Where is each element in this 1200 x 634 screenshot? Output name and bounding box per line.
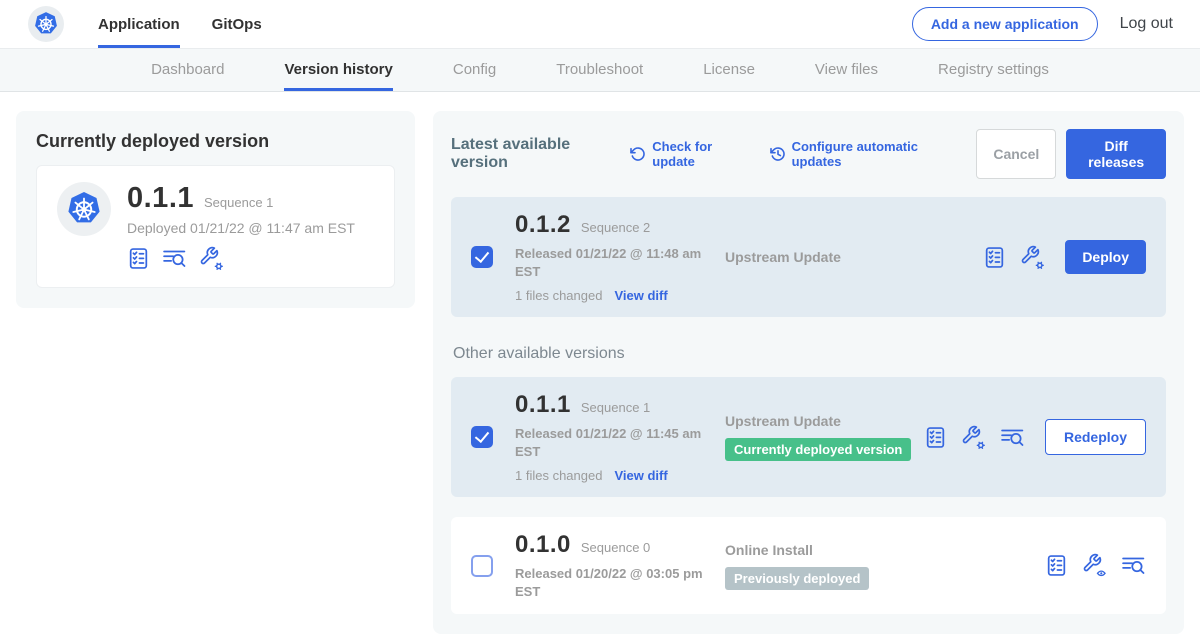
other-available-versions-title: Other available versions <box>453 345 1166 363</box>
kubernetes-logo-icon <box>64 189 104 229</box>
version-sequence: Sequence 0 <box>581 540 650 555</box>
version-row-0-1-2: 0.1.2 Sequence 2 Released 01/21/22 @ 11:… <box>451 197 1166 317</box>
files-changed-label: 1 files changed <box>515 468 602 483</box>
schedule-update-icon <box>770 146 786 162</box>
released-timestamp: Released 01/21/22 @ 11:48 am EST <box>515 245 705 280</box>
version-actions: Redeploy <box>924 419 1146 455</box>
subnav-view-files[interactable]: View files <box>815 49 878 91</box>
kubernetes-logo-icon <box>32 10 60 38</box>
source-label: Upstream Update <box>725 413 924 429</box>
app-icon-circle <box>57 182 111 236</box>
version-number: 0.1.2 <box>515 211 571 239</box>
top-navigation-bar: Application GitOps Add a new application… <box>0 0 1200 49</box>
available-versions-panel: Latest available version Check for updat… <box>433 111 1184 634</box>
version-checkbox[interactable] <box>471 555 493 577</box>
edit-config-icon[interactable] <box>199 246 224 271</box>
subnav-troubleshoot[interactable]: Troubleshoot <box>556 49 643 91</box>
check-for-update-label: Check for update <box>652 139 747 169</box>
version-number: 0.1.0 <box>515 531 571 559</box>
diff-releases-button[interactable]: Diff releases <box>1066 129 1166 179</box>
deployed-version-card: 0.1.1 Sequence 1 Deployed 01/21/22 @ 11:… <box>36 165 395 288</box>
deployed-version-number: 0.1.1 <box>127 182 194 215</box>
version-source: Online Install Previously deployed <box>715 542 1045 590</box>
release-notes-icon[interactable] <box>924 426 947 449</box>
tab-application[interactable]: Application <box>98 0 180 48</box>
deployed-actions <box>127 246 355 271</box>
app-subnav: Dashboard Version history Config Trouble… <box>0 49 1200 92</box>
version-info: 0.1.2 Sequence 2 Released 01/21/22 @ 11:… <box>515 211 715 303</box>
source-label: Online Install <box>725 542 1045 558</box>
version-info: 0.1.1 Sequence 1 Released 01/21/22 @ 11:… <box>515 391 715 483</box>
version-actions <box>1045 553 1146 578</box>
header-actions: Cancel Diff releases <box>976 129 1166 179</box>
view-files-icon[interactable] <box>1000 427 1025 448</box>
view-diff-link[interactable]: View diff <box>614 468 667 483</box>
previously-deployed-badge: Previously deployed <box>725 567 869 590</box>
deployed-sequence: Sequence 1 <box>204 195 273 210</box>
edit-config-icon[interactable] <box>1020 245 1045 270</box>
view-config-icon[interactable] <box>1082 553 1107 578</box>
currently-deployed-badge: Currently deployed version <box>725 438 911 461</box>
files-changed-label: 1 files changed <box>515 288 602 303</box>
app-logo <box>28 6 64 42</box>
version-source: Upstream Update Currently deployed versi… <box>715 413 924 461</box>
redeploy-button[interactable]: Redeploy <box>1045 419 1146 455</box>
currently-deployed-title: Currently deployed version <box>36 131 395 152</box>
subnav-config[interactable]: Config <box>453 49 496 91</box>
version-sequence: Sequence 1 <box>581 400 650 415</box>
subnav-dashboard[interactable]: Dashboard <box>151 49 224 91</box>
version-source: Upstream Update <box>715 249 983 265</box>
available-header: Latest available version Check for updat… <box>451 129 1166 179</box>
subnav-version-history[interactable]: Version history <box>284 49 392 91</box>
view-diff-link[interactable]: View diff <box>614 288 667 303</box>
version-checkbox[interactable] <box>471 246 493 268</box>
view-files-icon[interactable] <box>162 248 187 269</box>
currently-deployed-panel: Currently deployed version 0.1.1 Sequenc… <box>16 111 415 308</box>
latest-available-title: Latest available version <box>451 136 616 172</box>
check-for-update-link[interactable]: Check for update <box>630 139 747 169</box>
main-content: Currently deployed version 0.1.1 Sequenc… <box>0 92 1200 634</box>
source-label: Upstream Update <box>725 249 983 265</box>
version-row-0-1-1: 0.1.1 Sequence 1 Released 01/21/22 @ 11:… <box>451 377 1166 497</box>
released-timestamp: Released 01/20/22 @ 03:05 pm EST <box>515 565 705 600</box>
version-number: 0.1.1 <box>515 391 571 419</box>
top-tabs: Application GitOps <box>98 0 262 48</box>
refresh-icon <box>630 146 646 162</box>
topbar-spacer <box>262 0 912 48</box>
cancel-button[interactable]: Cancel <box>976 129 1056 179</box>
configure-updates-label: Configure automatic updates <box>792 139 955 169</box>
subnav-registry-settings[interactable]: Registry settings <box>938 49 1049 91</box>
view-files-icon[interactable] <box>1121 555 1146 576</box>
release-notes-icon[interactable] <box>127 247 150 270</box>
release-notes-icon[interactable] <box>1045 554 1068 577</box>
deployed-version-info: 0.1.1 Sequence 1 Deployed 01/21/22 @ 11:… <box>127 182 355 271</box>
release-notes-icon[interactable] <box>983 246 1006 269</box>
version-sequence: Sequence 2 <box>581 220 650 235</box>
subnav-license[interactable]: License <box>703 49 755 91</box>
edit-config-icon[interactable] <box>961 425 986 450</box>
logout-link[interactable]: Log out <box>1120 15 1173 33</box>
version-info: 0.1.0 Sequence 0 Released 01/20/22 @ 03:… <box>515 531 715 600</box>
configure-automatic-updates-link[interactable]: Configure automatic updates <box>770 139 955 169</box>
version-checkbox[interactable] <box>471 426 493 448</box>
tab-gitops[interactable]: GitOps <box>212 0 262 48</box>
released-timestamp: Released 01/21/22 @ 11:45 am EST <box>515 425 705 460</box>
deployed-timestamp: Deployed 01/21/22 @ 11:47 am EST <box>127 220 355 236</box>
version-row-0-1-0: 0.1.0 Sequence 0 Released 01/20/22 @ 03:… <box>451 517 1166 614</box>
deploy-button[interactable]: Deploy <box>1065 240 1146 274</box>
add-application-button[interactable]: Add a new application <box>912 7 1098 41</box>
version-actions: Deploy <box>983 240 1146 274</box>
